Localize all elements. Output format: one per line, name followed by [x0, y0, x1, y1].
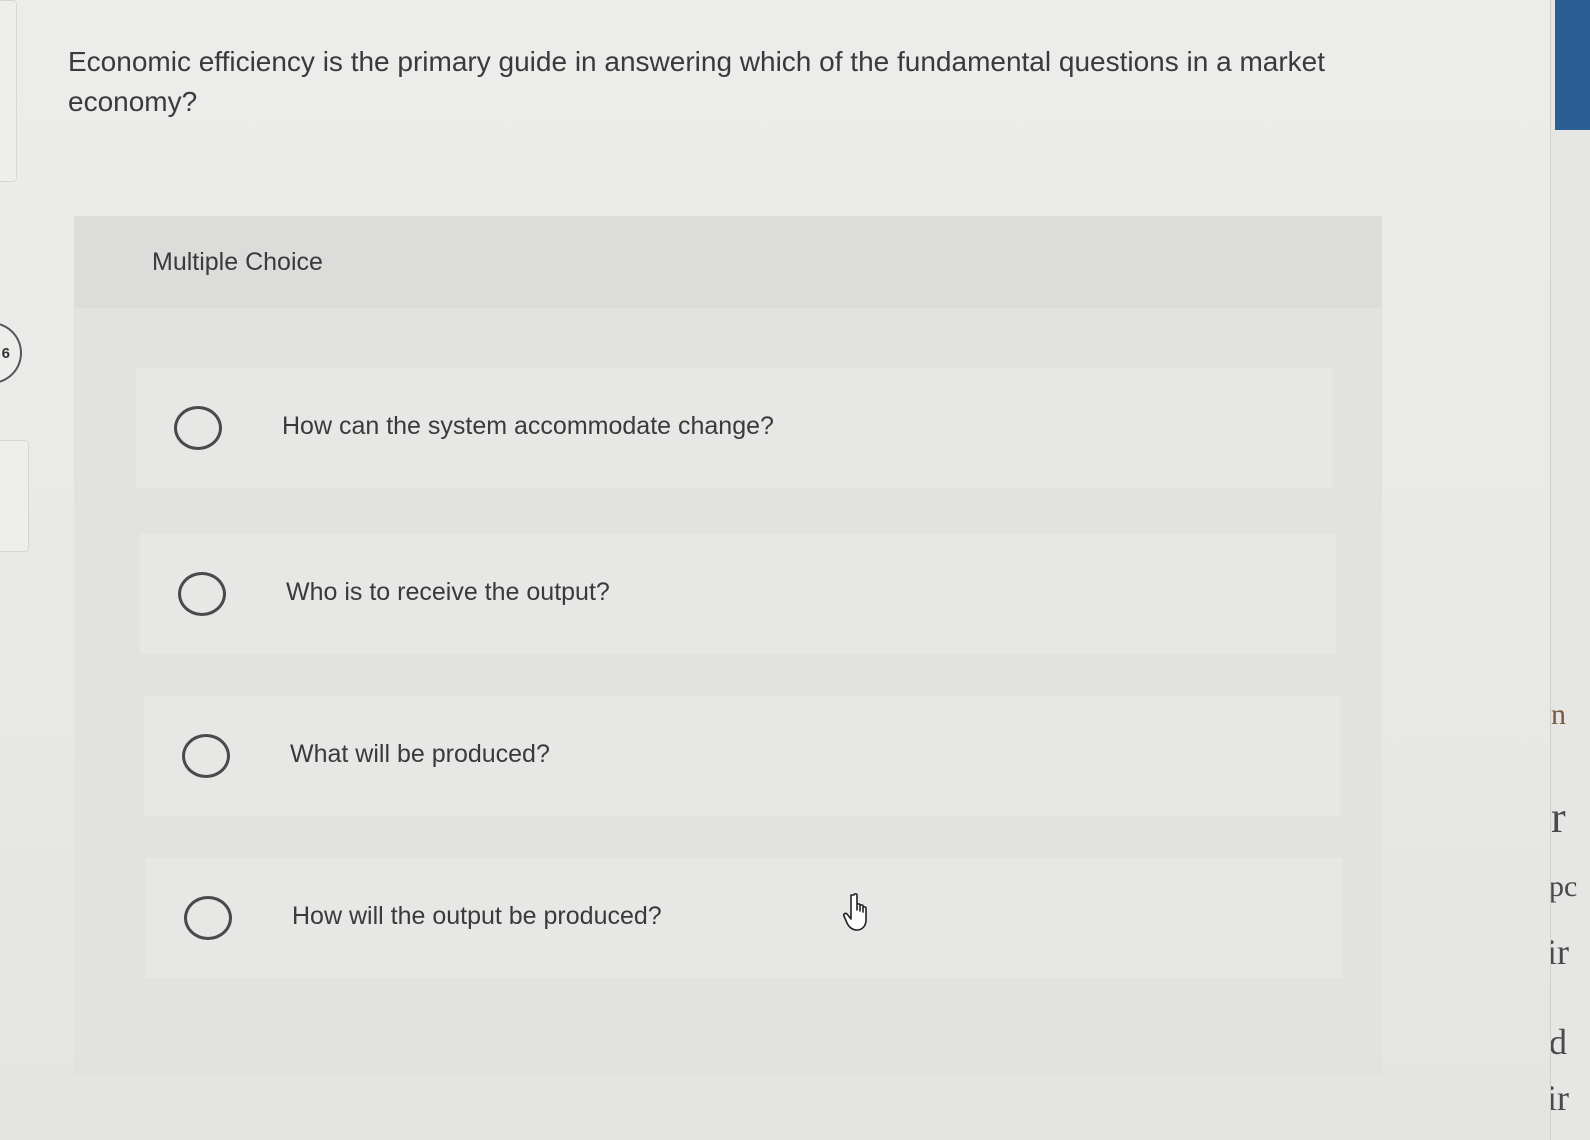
- left-panel-tab[interactable]: [0, 0, 17, 182]
- page: 6 Economic efficiency is the primary gui…: [0, 0, 1570, 1140]
- multiple-choice-panel: Multiple Choice How can the system accom…: [74, 216, 1382, 1076]
- option-label: How will the output be produced?: [292, 902, 662, 930]
- hand-pointer-icon: [842, 893, 867, 931]
- radio-unselected-icon[interactable]: [174, 406, 222, 450]
- option-label: Who is to receive the output?: [286, 578, 610, 606]
- text-fragment: pc: [1550, 870, 1578, 903]
- text-fragment: ir: [1551, 1078, 1569, 1118]
- question-number-badge[interactable]: 6: [0, 322, 22, 384]
- text-fragment: n: [1551, 698, 1566, 731]
- text-fragment: ir: [1551, 932, 1569, 972]
- option-4[interactable]: How will the output be produced?: [146, 858, 1342, 978]
- option-label: What will be produced?: [290, 740, 550, 768]
- text-fragment: r: [1551, 793, 1566, 842]
- option-label: How can the system accommodate change?: [282, 412, 774, 440]
- option-2[interactable]: Who is to receive the output?: [140, 534, 1336, 654]
- radio-unselected-icon[interactable]: [178, 572, 226, 616]
- question-number: 6: [1, 344, 10, 362]
- text-fragment: d: [1550, 1022, 1567, 1062]
- radio-unselected-icon[interactable]: [182, 734, 230, 778]
- question-text: Economic efficiency is the primary guide…: [68, 46, 1326, 117]
- option-1[interactable]: How can the system accommodate change?: [136, 368, 1332, 488]
- radio-unselected-icon[interactable]: [184, 896, 232, 940]
- option-3[interactable]: What will be produced?: [144, 696, 1340, 816]
- adjacent-window-edge: n r pc ir d ir: [1550, 0, 1590, 1140]
- multiple-choice-header: Multiple Choice: [74, 216, 1382, 308]
- left-panel-tab-lower[interactable]: [0, 440, 29, 552]
- multiple-choice-label: Multiple Choice: [152, 248, 323, 276]
- blue-header-fragment: [1555, 0, 1590, 130]
